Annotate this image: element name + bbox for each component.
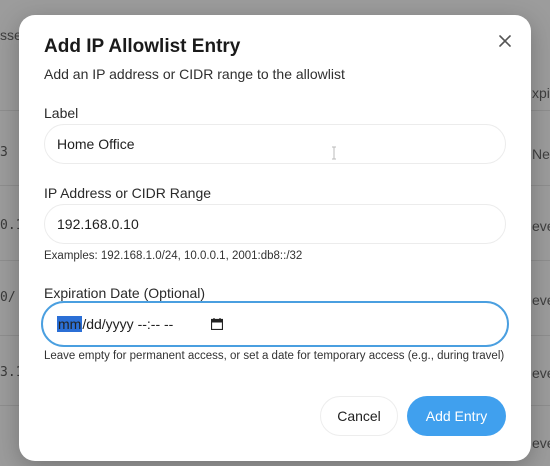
background-text: eve xyxy=(532,435,550,451)
close-icon xyxy=(499,35,511,47)
background-text: eve xyxy=(532,218,550,234)
close-button[interactable] xyxy=(493,29,517,53)
ip-address-value: 192.168.0.10 xyxy=(57,216,139,232)
ip-examples-hint: Examples: 192.168.1.0/24, 10.0.0.1, 2001… xyxy=(44,250,303,262)
background-text: 3 xyxy=(0,145,8,160)
label-input-value: Home Office xyxy=(57,136,135,152)
ip-address-input[interactable]: 192.168.0.10 xyxy=(44,204,506,244)
calendar-button[interactable] xyxy=(211,318,224,330)
background-text: xpir xyxy=(532,85,550,101)
text-cursor-icon xyxy=(332,146,336,160)
background-text: eve xyxy=(532,292,550,308)
cancel-button[interactable]: Cancel xyxy=(320,396,398,436)
background-text: eve xyxy=(532,365,550,381)
calendar-icon xyxy=(211,318,224,330)
label-input[interactable]: Home Office xyxy=(44,124,506,164)
expiration-field-label: Expiration Date (Optional) xyxy=(44,285,206,301)
background-text: 0/ xyxy=(0,290,16,305)
expiration-hint: Leave empty for permanent access, or set… xyxy=(44,350,505,362)
add-ip-allowlist-dialog: Add IP Allowlist Entry Add an IP address… xyxy=(19,15,531,461)
month-segment[interactable]: mm xyxy=(57,316,83,332)
dialog-subtitle: Add an IP address or CIDR range to the a… xyxy=(44,66,345,82)
date-time-placeholder[interactable]: /dd/yyyy --:-- -- xyxy=(82,316,173,332)
ip-field-label: IP Address or CIDR Range xyxy=(44,185,212,201)
background-text: Neve xyxy=(532,146,550,162)
expiration-date-input[interactable]: mm /dd/yyyy --:-- -- xyxy=(41,301,509,347)
dialog-title: Add IP Allowlist Entry xyxy=(44,36,241,57)
add-entry-button[interactable]: Add Entry xyxy=(407,396,506,436)
label-field-label: Label xyxy=(44,105,79,121)
